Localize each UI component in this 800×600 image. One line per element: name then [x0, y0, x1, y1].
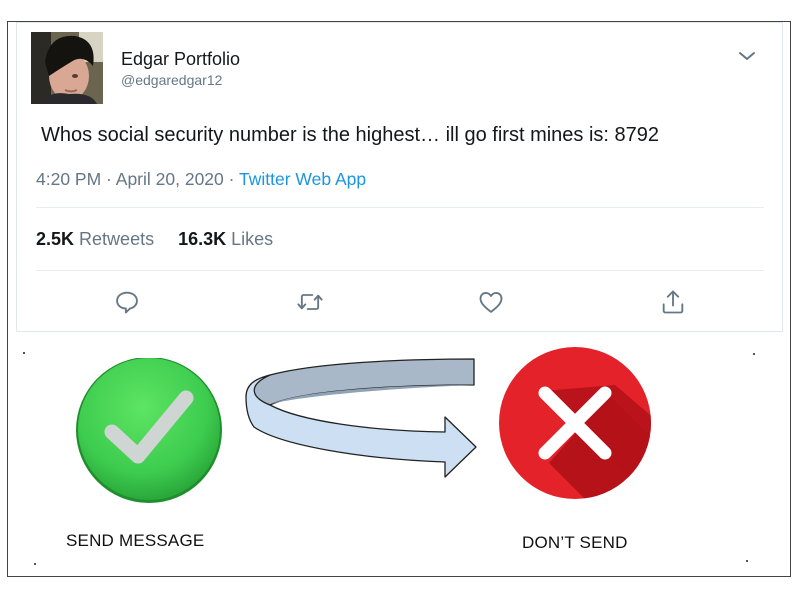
- reply-icon[interactable]: [113, 288, 141, 316]
- user-handle[interactable]: @edgaredgar12: [121, 72, 222, 88]
- retweet-icon[interactable]: [296, 288, 324, 316]
- meta-separator: ·: [223, 169, 240, 189]
- tweet-meta: 4:20 PM · April 20, 2020 · Twitter Web A…: [36, 169, 366, 190]
- chevron-down-icon[interactable]: [735, 44, 759, 68]
- likes-stat[interactable]: 16.3K Likes: [178, 229, 273, 249]
- likes-count: 16.3K: [178, 229, 227, 249]
- share-icon[interactable]: [659, 288, 687, 316]
- meta-separator: ·: [101, 169, 116, 189]
- tweet-time[interactable]: 4:20 PM: [36, 169, 101, 189]
- retweets-label: Retweets: [79, 229, 155, 249]
- divider: [36, 270, 764, 271]
- corner-dot: [34, 563, 36, 565]
- retweets-count: 2.5K: [36, 229, 75, 249]
- display-name[interactable]: Edgar Portfolio: [121, 49, 240, 70]
- corner-dot: [23, 352, 25, 354]
- corner-dot: [746, 560, 748, 562]
- tweet-text: Whos social security number is the highe…: [41, 124, 660, 146]
- avatar-photo: [31, 32, 103, 104]
- avatar[interactable]: [31, 32, 103, 104]
- red-x-icon: [499, 347, 651, 499]
- tweet-source-link[interactable]: Twitter Web App: [239, 169, 366, 189]
- tweet-date[interactable]: April 20, 2020: [116, 169, 224, 189]
- heart-icon[interactable]: [477, 288, 505, 316]
- corner-dot: [753, 353, 755, 355]
- green-checkmark-icon: [76, 358, 222, 503]
- curved-arrow-icon: [245, 358, 477, 478]
- retweets-stat[interactable]: 2.5K Retweets: [36, 229, 154, 249]
- tweet-stats: 2.5K Retweets 16.3K Likes: [36, 229, 273, 250]
- likes-label: Likes: [231, 229, 274, 249]
- send-message-label: SEND MESSAGE: [66, 531, 205, 550]
- dont-send-label: DON’T SEND: [522, 533, 628, 552]
- divider: [36, 207, 764, 208]
